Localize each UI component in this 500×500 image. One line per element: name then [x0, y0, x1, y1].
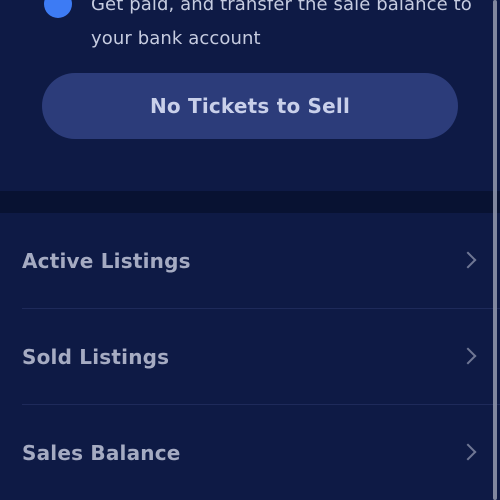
- chevron-right-icon: [459, 251, 477, 269]
- chevron-right-icon: [459, 443, 477, 461]
- menu-item-sales-balance[interactable]: Sales Balance: [0, 405, 500, 500]
- payout-info-line-2: your bank account: [91, 28, 261, 49]
- menu-item-active-listings[interactable]: Active Listings: [0, 213, 500, 309]
- menu-item-sold-listings[interactable]: Sold Listings: [0, 309, 500, 405]
- selling-screen: Get paid, and transfer the sale balance …: [0, 0, 500, 500]
- section-divider: [0, 191, 500, 213]
- chevron-right-icon: [459, 347, 477, 365]
- payout-info-step: Get paid, and transfer the sale balance …: [0, 0, 500, 54]
- menu-item-label: Active Listings: [22, 249, 191, 273]
- menu-item-label: Sold Listings: [22, 345, 170, 369]
- menu-item-label: Sales Balance: [22, 441, 181, 465]
- no-tickets-to-sell-button[interactable]: No Tickets to Sell: [42, 73, 458, 139]
- payout-info-text: Get paid, and transfer the sale balance …: [91, 0, 491, 56]
- scrollbar[interactable]: [493, 0, 497, 500]
- selling-menu: Active Listings Sold Listings Sales Bala…: [0, 213, 500, 500]
- payout-info-line-1: Get paid, and transfer the sale balance …: [91, 0, 472, 15]
- info-step-icon: [44, 0, 72, 18]
